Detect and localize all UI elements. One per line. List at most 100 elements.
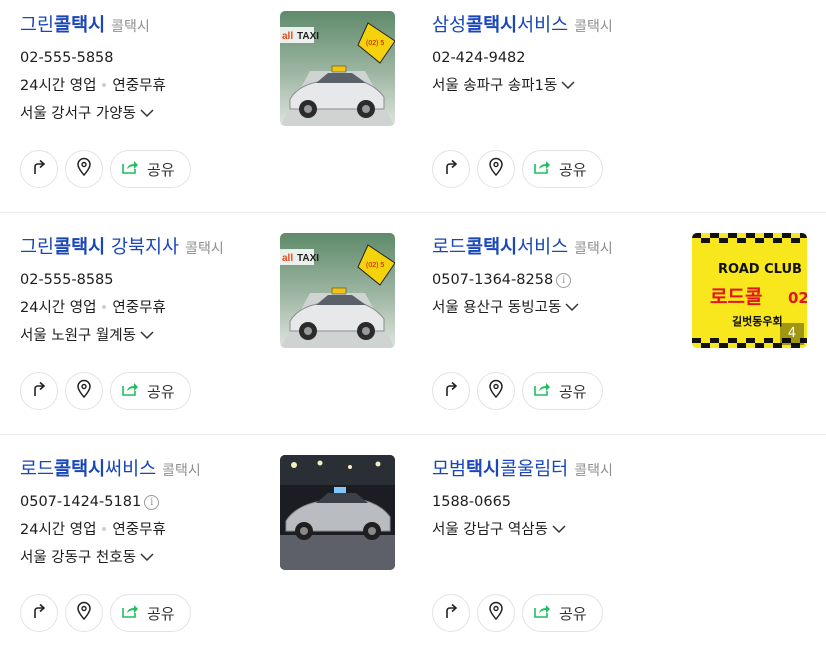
share-icon [533, 603, 551, 623]
map-pin-icon [75, 157, 93, 181]
share-label: 공유 [147, 604, 175, 623]
chevron-down-icon[interactable] [140, 548, 154, 568]
directions-button[interactable] [20, 150, 58, 188]
directions-button[interactable] [432, 372, 470, 410]
chevron-down-icon[interactable] [565, 298, 579, 318]
map-pin-icon [487, 601, 505, 625]
share-button[interactable]: 공유 [522, 594, 603, 632]
title-highlight: 콜택시 [54, 459, 106, 480]
place-title-row[interactable]: 삼성콜택시서비스 콜택시 [432, 14, 682, 38]
turn-right-arrow-icon [30, 380, 48, 402]
share-icon [533, 381, 551, 401]
address-row[interactable]: 서울 강남구 역삼동 [432, 520, 682, 540]
place-photo[interactable] [280, 455, 395, 570]
title-text: 콜울림터 [500, 459, 569, 480]
address-row[interactable]: 서울 용산구 동빙고동 [432, 298, 682, 318]
share-icon [121, 603, 139, 623]
map-pin-icon [75, 379, 93, 403]
share-icon [121, 159, 139, 179]
address-row[interactable]: 서울 강동구 천호동 [20, 548, 270, 568]
place-title-row[interactable]: 모범택시콜울림터 콜택시 [432, 458, 682, 482]
save-place-button[interactable] [65, 150, 103, 188]
place-info: 그린콜택시 콜택시 02-555-5858 24시간 영업 연중무휴 서울 강서구 … [20, 14, 270, 124]
phone-number[interactable]: 1588-0665 [432, 492, 682, 512]
info-icon[interactable]: i [144, 495, 160, 510]
place-title[interactable]: 로드콜택시써비스 [20, 459, 156, 480]
title-text: 서비스 [517, 237, 569, 258]
title-text: 써비스 [105, 459, 157, 480]
directions-button[interactable] [432, 150, 470, 188]
directions-button[interactable] [20, 594, 58, 632]
place-title-row[interactable]: 로드콜택시서비스 콜택시 [432, 236, 682, 260]
phone-number[interactable]: 02-424-9482 [432, 48, 682, 68]
place-title[interactable]: 삼성콜택시서비스 [432, 15, 568, 36]
address-row[interactable]: 서울 송파구 송파1동 [432, 76, 682, 96]
title-highlight: 콜택시 [466, 237, 518, 258]
phone-number[interactable]: 0507-1364-8258 i [432, 270, 682, 290]
title-highlight: 콜택시 [466, 15, 518, 36]
chevron-down-icon[interactable] [140, 326, 154, 346]
place-title[interactable]: 그린콜택시 강북지사 [20, 237, 179, 258]
place-title[interactable]: 로드콜택시서비스 [432, 237, 568, 258]
share-label: 공유 [559, 604, 587, 623]
category-label: 콜택시 [111, 19, 150, 35]
address-text: 서울 강남구 역삼동 [432, 522, 548, 538]
place-title[interactable]: 그린콜택시 [20, 15, 105, 36]
business-hours: 24시간 영업 연중무휴 [20, 520, 270, 540]
save-place-button[interactable] [477, 150, 515, 188]
share-button[interactable]: 공유 [522, 372, 603, 410]
place-title-row[interactable]: 로드콜택시써비스 콜택시 [20, 458, 270, 482]
share-label: 공유 [147, 160, 175, 179]
phone-number[interactable]: 02-555-5858 [20, 48, 270, 68]
share-button[interactable]: 공유 [110, 594, 191, 632]
address-text: 서울 송파구 송파1동 [432, 78, 558, 94]
map-pin-icon [487, 379, 505, 403]
result-row: 로드콜택시써비스 콜택시 0507-1424-5181 i 24시간 영업 연중무휴 … [0, 434, 826, 656]
chevron-down-icon[interactable] [552, 520, 566, 540]
directions-button[interactable] [432, 594, 470, 632]
chevron-down-icon[interactable] [140, 104, 154, 124]
place-card: 모범택시콜울림터 콜택시 1588-0665 서울 강남구 역삼동 공유 [412, 434, 824, 656]
title-highlight: 콜택시 [54, 237, 106, 258]
address-text: 서울 노원구 월계동 [20, 328, 136, 344]
svg-text:TAXI: TAXI [297, 253, 319, 264]
place-info: 모범택시콜울림터 콜택시 1588-0665 서울 강남구 역삼동 [432, 458, 682, 540]
hours-text: 24시간 영업 [20, 300, 97, 316]
turn-right-arrow-icon [442, 158, 460, 180]
share-button[interactable]: 공유 [110, 372, 191, 410]
place-photo[interactable]: ROAD CLUB 로드콜 02 길벗동우회 4 [692, 233, 807, 348]
phone-number[interactable]: 02-555-8585 [20, 270, 270, 290]
address-row[interactable]: 서울 강서구 가양동 [20, 104, 270, 124]
share-button[interactable]: 공유 [522, 150, 603, 188]
svg-text:(02) 5: (02) 5 [366, 40, 384, 47]
save-place-button[interactable] [65, 594, 103, 632]
hours-text: 24시간 영업 [20, 78, 97, 94]
save-place-button[interactable] [477, 372, 515, 410]
sign-text-side: 02 [788, 289, 807, 307]
place-photo[interactable]: all TAXI (02) 5 [280, 233, 395, 348]
place-title[interactable]: 모범택시콜울림터 [432, 459, 568, 480]
save-place-button[interactable] [65, 372, 103, 410]
place-photo[interactable]: all TAXI (02) 5 [280, 11, 395, 126]
info-icon[interactable]: i [556, 273, 572, 288]
directions-button[interactable] [20, 372, 58, 410]
chevron-down-icon[interactable] [561, 76, 575, 96]
category-label: 콜택시 [574, 241, 613, 257]
share-button[interactable]: 공유 [110, 150, 191, 188]
title-text: 로드 [20, 459, 55, 480]
svg-text:TAXI: TAXI [297, 31, 319, 42]
holiday-text: 연중무휴 [112, 78, 166, 94]
place-card: 삼성콜택시서비스 콜택시 02-424-9482 서울 송파구 송파1동 공유 [412, 0, 824, 212]
separator-dot [102, 526, 107, 531]
separator-dot [102, 82, 107, 87]
phone-number[interactable]: 0507-1424-5181 i [20, 492, 270, 512]
phone-text: 0507-1364-8258 [432, 272, 554, 288]
result-row: 그린콜택시 콜택시 02-555-5858 24시간 영업 연중무휴 서울 강서구 … [0, 0, 826, 213]
business-hours: 24시간 영업 연중무휴 [20, 298, 270, 318]
turn-right-arrow-icon [30, 158, 48, 180]
address-row[interactable]: 서울 노원구 월계동 [20, 326, 270, 346]
save-place-button[interactable] [477, 594, 515, 632]
address-text: 서울 강동구 천호동 [20, 550, 136, 566]
place-title-row[interactable]: 그린콜택시 콜택시 [20, 14, 270, 38]
place-title-row[interactable]: 그린콜택시 강북지사 콜택시 [20, 236, 270, 260]
